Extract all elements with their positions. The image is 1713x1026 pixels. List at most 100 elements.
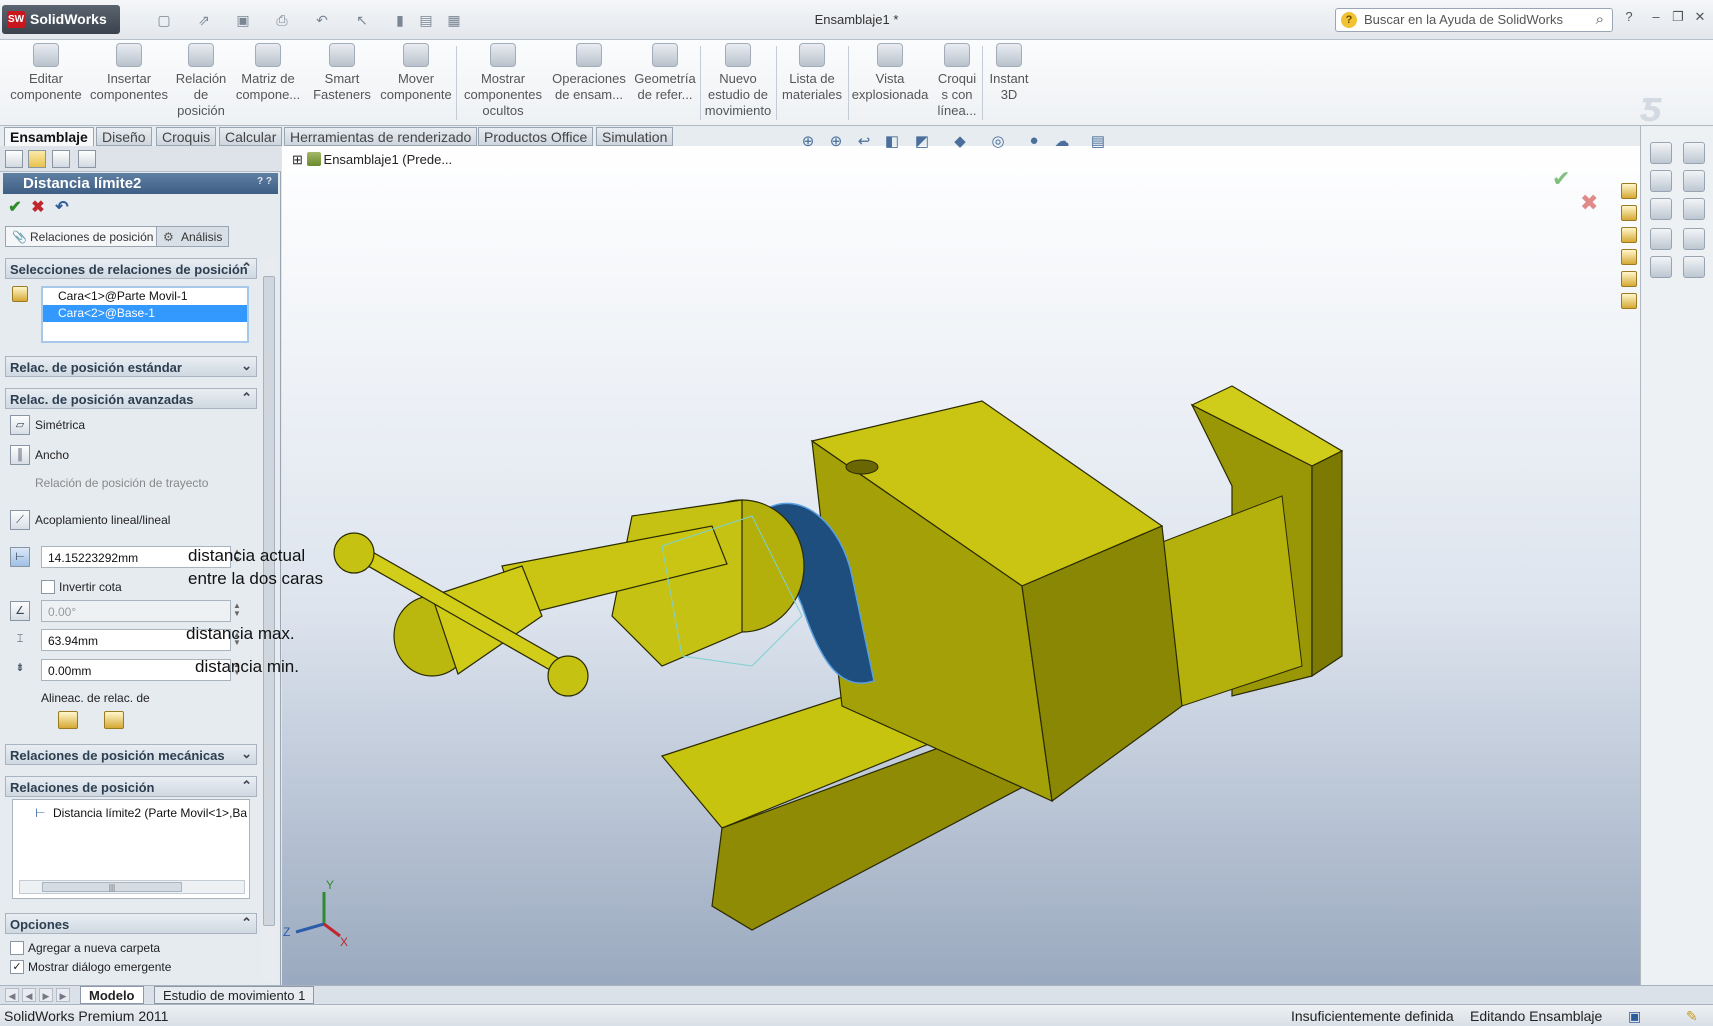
tab-analysis[interactable]: ⚙ Análisis bbox=[156, 226, 230, 247]
scroll-thumb[interactable]: ||| bbox=[42, 882, 182, 892]
expand-icon[interactable]: ⌄ bbox=[241, 358, 252, 374]
selection-item[interactable]: Cara<2>@Base-1 bbox=[43, 305, 247, 322]
first-tab-arrow-icon[interactable]: ◀ bbox=[5, 988, 19, 1002]
property-manager-icon[interactable] bbox=[28, 150, 46, 168]
graphics-area[interactable]: ⊞ Ensamblaje1 (Prede... ⊕ ⊕ ↩ ◧ ◩ ◆ ◎ ● … bbox=[186, 132, 1640, 985]
tab-model[interactable]: Modelo bbox=[80, 986, 144, 1004]
configuration-manager-icon[interactable] bbox=[52, 150, 70, 168]
task-pane-icon[interactable] bbox=[1683, 142, 1705, 164]
flip-dimension-checkbox[interactable] bbox=[41, 580, 55, 594]
selection-item[interactable]: Cara<1>@Parte Movil-1 bbox=[43, 288, 247, 305]
tab-renderizado[interactable]: Herramientas de renderizado bbox=[284, 127, 478, 146]
tab-croquis[interactable]: Croquis bbox=[156, 127, 217, 146]
exploded-view-button[interactable]: Vista explosionada bbox=[850, 43, 930, 103]
tab-calcular[interactable]: Calcular bbox=[219, 127, 283, 146]
task-pane-icon[interactable] bbox=[1683, 228, 1705, 250]
print-icon[interactable]: ⎙ bbox=[274, 12, 290, 28]
view-palette-icon[interactable] bbox=[1650, 228, 1672, 250]
save-icon[interactable]: ▣ bbox=[235, 12, 251, 28]
library-icon[interactable] bbox=[1621, 205, 1637, 221]
insert-components-button[interactable]: Insertar componentes bbox=[88, 43, 170, 103]
tab-ensamblaje[interactable]: Ensamblaje bbox=[4, 127, 94, 146]
help-icon[interactable]: ? ? bbox=[257, 176, 272, 187]
resources-icon[interactable] bbox=[1650, 142, 1672, 164]
file-explorer-icon[interactable] bbox=[1650, 198, 1672, 220]
smart-fasteners-button[interactable]: Smart Fasteners bbox=[306, 43, 378, 103]
expand-icon[interactable]: ⌄ bbox=[241, 746, 252, 762]
group-mechanical-mates[interactable]: Relaciones de posición mecánicas ⌄ bbox=[5, 744, 257, 765]
show-popup-checkbox[interactable]: ✓ bbox=[10, 960, 24, 974]
design-library-icon[interactable] bbox=[1650, 170, 1672, 192]
collapse-icon[interactable]: ⌃ bbox=[241, 778, 252, 794]
status-options-icon[interactable]: ✎ bbox=[1686, 1008, 1698, 1025]
component-pattern-button[interactable]: Matriz de compone... bbox=[232, 43, 304, 103]
undo-icon[interactable]: ↶ bbox=[52, 197, 72, 217]
reference-geometry-button[interactable]: Geometría de refer... bbox=[630, 43, 700, 103]
file-properties-icon[interactable]: ▤ bbox=[418, 12, 434, 28]
assembly-features-button[interactable]: Operaciones de ensam... bbox=[548, 43, 630, 103]
group-advanced-mates[interactable]: Relac. de posición avanzadas ⌃ bbox=[5, 388, 257, 409]
mates-horizontal-scrollbar[interactable]: ||| bbox=[19, 880, 245, 894]
confirm-ok-icon[interactable]: ✔ bbox=[1552, 166, 1570, 192]
rebuild-icon[interactable]: ▮ bbox=[392, 12, 408, 28]
aligned-icon[interactable] bbox=[58, 711, 78, 729]
group-mates[interactable]: Relaciones de posición ⌃ bbox=[5, 776, 257, 797]
group-options[interactable]: Opciones ⌃ bbox=[5, 913, 257, 934]
tab-simulation[interactable]: Simulation bbox=[596, 127, 674, 146]
anti-aligned-icon[interactable] bbox=[104, 711, 124, 729]
panel-scroll-thumb[interactable] bbox=[263, 276, 275, 926]
open-icon[interactable]: ⇗ bbox=[196, 12, 212, 28]
explode-line-sketch-button[interactable]: Croqui s con línea... bbox=[932, 43, 982, 119]
task-pane-icon[interactable] bbox=[1683, 256, 1705, 278]
minimize-button[interactable]: – bbox=[1647, 9, 1665, 27]
instant-3d-button[interactable]: Instant 3D bbox=[984, 43, 1034, 103]
collapse-icon[interactable]: ⌃ bbox=[241, 390, 252, 406]
mate-selections-list[interactable]: Cara<1>@Parte Movil-1 Cara<2>@Base-1 bbox=[41, 286, 249, 343]
collapse-icon[interactable]: ⌃ bbox=[241, 915, 252, 931]
prev-tab-arrow-icon[interactable]: ◀ bbox=[22, 988, 36, 1002]
new-motion-study-button[interactable]: Nuevo estudio de movimiento bbox=[702, 43, 774, 119]
appearance-icon[interactable] bbox=[78, 150, 96, 168]
restore-button[interactable]: ❐ bbox=[1669, 9, 1687, 27]
tab-office[interactable]: Productos Office bbox=[478, 127, 594, 146]
app-logo[interactable]: SW SolidWorks bbox=[2, 5, 120, 34]
home-icon[interactable] bbox=[1621, 183, 1637, 199]
move-component-button[interactable]: Mover componente bbox=[378, 43, 454, 103]
confirm-cancel-icon[interactable]: ✖ bbox=[1580, 190, 1598, 216]
vise-model[interactable]: Y Z X bbox=[282, 146, 1640, 985]
status-help-icon[interactable]: ▣ bbox=[1628, 1008, 1641, 1025]
mates-list[interactable]: ⊢ Distancia límite2 (Parte Movil<1>,Ba |… bbox=[12, 799, 250, 899]
group-selections[interactable]: Selecciones de relaciones de posición ⌃ bbox=[5, 258, 257, 279]
search-icon[interactable]: ⌕ bbox=[1596, 11, 1604, 28]
help-menu-button[interactable]: ? bbox=[1620, 9, 1638, 27]
cancel-x-icon[interactable]: ✖ bbox=[28, 197, 48, 217]
help-search-input[interactable]: ? Buscar en la Ayuda de SolidWorks ⌕ bbox=[1335, 8, 1613, 32]
collapse-icon[interactable]: ⌃ bbox=[241, 260, 252, 276]
ok-check-icon[interactable]: ✔ bbox=[5, 197, 25, 217]
mate-entry[interactable]: Distancia límite2 (Parte Movil<1>,Ba bbox=[53, 806, 247, 820]
close-button[interactable]: ✕ bbox=[1691, 9, 1709, 27]
palette-icon[interactable] bbox=[1621, 249, 1637, 265]
tab-diseno[interactable]: Diseño bbox=[96, 127, 152, 146]
select-icon[interactable]: ↖ bbox=[354, 12, 370, 28]
task-pane-icon[interactable] bbox=[1683, 170, 1705, 192]
tab-motion-study[interactable]: Estudio de movimiento 1 bbox=[154, 986, 315, 1004]
next-tab-arrow-icon[interactable]: ▶ bbox=[39, 988, 53, 1002]
folder-icon[interactable] bbox=[1621, 227, 1637, 243]
undo-icon[interactable]: ↶ bbox=[314, 12, 330, 28]
mate-button[interactable]: Relación de posición bbox=[172, 43, 230, 119]
options-icon[interactable]: ▦ bbox=[446, 12, 462, 28]
feature-tree-icon[interactable] bbox=[5, 150, 23, 168]
task-pane-icon[interactable] bbox=[1683, 198, 1705, 220]
bill-of-materials-button[interactable]: Lista de materiales bbox=[778, 43, 846, 103]
group-standard-mates[interactable]: Relac. de posición estándar ⌄ bbox=[5, 356, 257, 377]
tab-mates[interactable]: 📎 Relaciones de posición bbox=[5, 226, 161, 247]
edit-component-button[interactable]: Editar componente bbox=[8, 43, 84, 103]
custom-properties-icon[interactable] bbox=[1621, 293, 1637, 309]
new-folder-checkbox[interactable] bbox=[10, 941, 24, 955]
appearances-icon[interactable] bbox=[1650, 256, 1672, 278]
show-hidden-button[interactable]: Mostrar componentes ocultos bbox=[460, 43, 546, 119]
appearance-ball-icon[interactable] bbox=[1621, 271, 1637, 287]
new-document-icon[interactable]: ▢ bbox=[156, 12, 172, 28]
last-tab-arrow-icon[interactable]: ▶ bbox=[56, 988, 70, 1002]
